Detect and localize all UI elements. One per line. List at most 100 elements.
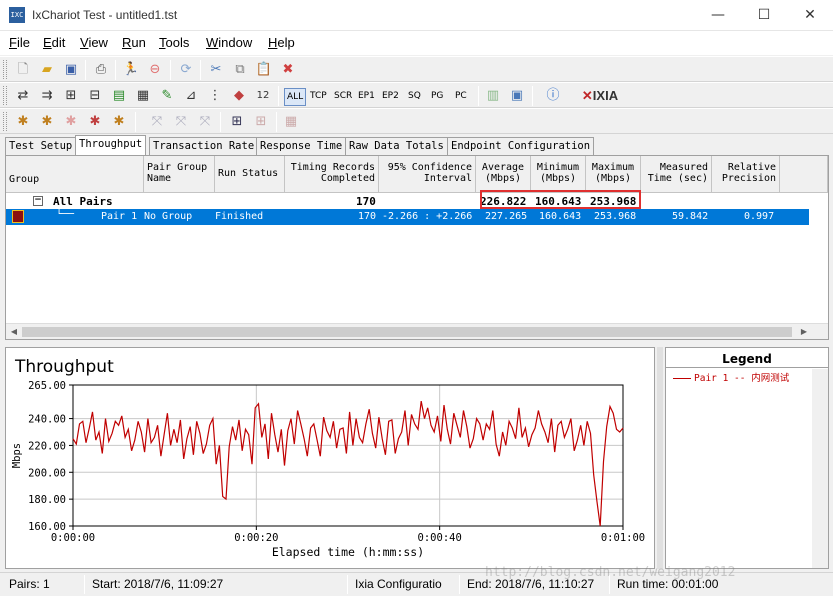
tool-e-icon[interactable]: ✱ — [110, 113, 128, 131]
toolbar-separator — [478, 86, 479, 106]
options-icon[interactable]: ⋮ — [206, 87, 224, 105]
export-icon[interactable]: ▥ — [484, 87, 502, 105]
filter-pc-button[interactable]: PC — [455, 88, 467, 104]
info-icon[interactable]: ⓘ — [544, 87, 562, 105]
new-file-icon[interactable]: 🗋 — [14, 61, 32, 79]
open-folder-icon[interactable]: ▰ — [38, 61, 56, 79]
scroll-left-icon[interactable]: ◀ — [6, 324, 22, 339]
stop-icon[interactable]: ⊖ — [146, 61, 164, 79]
toolbar-grip[interactable] — [3, 112, 7, 131]
menu-file[interactable]: File — [9, 35, 30, 50]
pair-average: 227.265 — [485, 211, 528, 222]
table-row-all-pairs[interactable]: − All Pairs 170 226.822 160.643 253.968 — [6, 193, 828, 209]
column-header-run-status[interactable]: Run Status — [215, 156, 285, 193]
filter-ep1-button[interactable]: EP1 — [358, 88, 375, 104]
edit-script-icon[interactable]: ✎ — [158, 87, 176, 105]
filter-all-button[interactable]: ALL — [284, 88, 307, 106]
maximize-button[interactable]: ☐ — [741, 0, 787, 31]
tab-test-setup[interactable]: Test Setup — [5, 137, 77, 155]
endpoint-icon[interactable]: ▤ — [110, 87, 128, 105]
collapse-toggle[interactable]: − — [33, 196, 43, 206]
menu-edit[interactable]: Edit — [43, 35, 65, 50]
add-pair-icon[interactable]: ⇄ — [14, 87, 32, 105]
y-tick-label: 240.00 — [28, 414, 66, 426]
menu-help[interactable]: Help — [268, 35, 295, 50]
save-icon[interactable]: ▣ — [62, 61, 80, 79]
tab-response-time[interactable]: Response Time — [256, 137, 347, 155]
cut-icon[interactable]: ✂ — [207, 61, 225, 79]
tab-throughput[interactable]: Throughput — [75, 135, 147, 155]
filter-tcp-button[interactable]: TCP — [310, 88, 327, 104]
status-ixia-configuration: Ixia Configuratio — [355, 577, 442, 591]
menu-tools[interactable]: Tools — [159, 35, 189, 50]
run-icon[interactable]: 🏃 — [122, 61, 140, 79]
scrollbar-thumb[interactable] — [22, 327, 792, 337]
tool-i-icon[interactable]: ⊞ — [228, 113, 246, 131]
filter-scr-button[interactable]: SCR — [334, 88, 352, 104]
tool-h-icon[interactable]: ⤧ — [196, 113, 214, 131]
column-header-relative-precision[interactable]: Relative Precision — [712, 156, 780, 193]
delete-icon[interactable]: ✖ — [279, 61, 297, 79]
toolbar-separator — [115, 60, 116, 80]
filter-icon[interactable]: ⊿ — [182, 87, 200, 105]
status-run-time: Run time: 00:01:00 — [617, 577, 719, 591]
minimize-button[interactable]: — — [695, 0, 741, 31]
close-button[interactable]: ✕ — [787, 0, 833, 31]
number-icon[interactable]: 12 — [254, 87, 272, 105]
palette-icon[interactable]: ◆ — [230, 87, 248, 105]
table-row-pair-1[interactable]: └── Pair 1 No Group Finished 170 -2.266 … — [6, 209, 809, 225]
tool-b-icon[interactable]: ✱ — [38, 113, 56, 131]
menu-run[interactable]: Run — [122, 35, 146, 50]
tool-k-icon[interactable]: ▦ — [282, 113, 300, 131]
tool-d-icon[interactable]: ✱ — [86, 113, 104, 131]
tab-transaction-rate[interactable]: Transaction Rate — [149, 137, 259, 155]
column-header-pair-group-name[interactable]: Pair Group Name — [144, 156, 215, 193]
column-header-group[interactable]: Group — [6, 156, 144, 193]
column-header-measured-time[interactable]: Measured Time (sec) — [641, 156, 712, 193]
tool-g-icon[interactable]: ⤧ — [172, 113, 190, 131]
pair-group-name: No Group — [144, 211, 193, 222]
column-header-timing-records[interactable]: Timing Records Completed — [285, 156, 379, 193]
filter-sq-button[interactable]: SQ — [408, 88, 421, 104]
x-tick-label: 0:00:20 — [234, 532, 278, 544]
pair-run-status: Finished — [215, 211, 264, 222]
scroll-right-icon[interactable]: ▶ — [796, 324, 812, 339]
copy-icon[interactable]: ⧉ — [231, 61, 249, 79]
tool-c-icon[interactable]: ✱ — [62, 113, 80, 131]
column-header-minimum[interactable]: Minimum (Mbps) — [531, 156, 586, 193]
tab-endpoint-configuration[interactable]: Endpoint Configuration — [447, 137, 595, 155]
tool-f-icon[interactable]: ⤧ — [148, 113, 166, 131]
menu-view[interactable]: View — [80, 35, 108, 50]
column-header-confidence[interactable]: 95% Confidence Interval — [379, 156, 476, 193]
toolbar-pairs: ⇄ ⇉ ⊞ ⊟ ▤ ▦ ✎ ⊿ ⋮ ◆ 12 ALL TCP SCR EP1 E… — [0, 82, 833, 108]
refresh-icon[interactable]: ⟳ — [177, 61, 195, 79]
script-icon[interactable]: ▦ — [134, 87, 152, 105]
all-pairs-timing-records: 170 — [356, 195, 376, 208]
group-icon[interactable]: ⊟ — [86, 87, 104, 105]
edit-pair-icon[interactable]: ⊞ — [62, 87, 80, 105]
menu-window[interactable]: Window — [206, 35, 252, 50]
toolbar-grip[interactable] — [3, 86, 7, 105]
status-pairs: Pairs: 1 — [9, 577, 50, 591]
legend-scrollbar[interactable] — [812, 369, 828, 568]
pane-splitter[interactable] — [657, 347, 663, 569]
filter-ep2-button[interactable]: EP2 — [382, 88, 399, 104]
horizontal-scrollbar[interactable]: ◀ ▶ — [6, 323, 828, 339]
add-multicast-icon[interactable]: ⇉ — [38, 87, 56, 105]
column-header-maximum[interactable]: Maximum (Mbps) — [586, 156, 641, 193]
legend-entry-pair-1[interactable]: Pair 1 -- 内网测试 — [673, 370, 789, 384]
status-separator — [459, 575, 460, 594]
pair-confidence: -2.266 : +2.266 — [382, 211, 473, 222]
toolbar-separator — [278, 86, 279, 106]
save-results-icon[interactable]: ▣ — [508, 87, 526, 105]
toolbar-grip[interactable] — [3, 60, 7, 79]
tool-a-icon[interactable]: ✱ — [14, 113, 32, 131]
paste-icon[interactable]: 📋 — [255, 61, 273, 79]
legend-pane: Legend Pair 1 -- 内网测试 — [665, 347, 829, 569]
tool-j-icon[interactable]: ⊞ — [252, 113, 270, 131]
column-header-average[interactable]: Average (Mbps) — [476, 156, 531, 193]
toolbar-separator — [200, 60, 201, 80]
tab-raw-data-totals[interactable]: Raw Data Totals — [345, 137, 448, 155]
print-icon[interactable]: ⎙ — [92, 61, 110, 79]
filter-pg-button[interactable]: PG — [431, 88, 443, 104]
